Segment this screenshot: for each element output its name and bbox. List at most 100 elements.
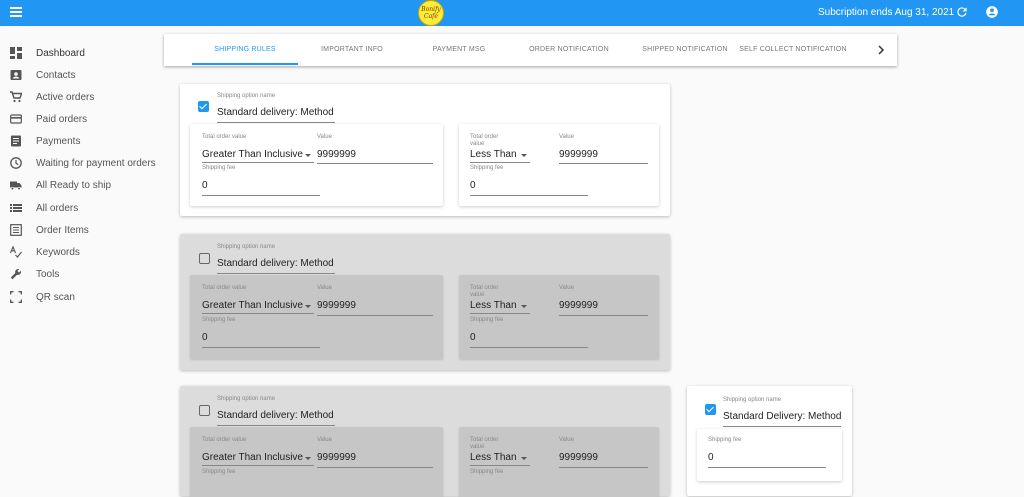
sidebar-item-dashboard[interactable]: Dashboard	[0, 42, 160, 64]
menu-icon[interactable]	[10, 5, 26, 21]
input-underline	[723, 426, 841, 427]
comparison-select[interactable]: Greater Than Inclusive	[202, 149, 314, 160]
value-input[interactable]: 9999999	[317, 452, 433, 463]
wrench-icon	[10, 269, 21, 280]
payments-icon	[11, 135, 21, 147]
select-underline	[202, 162, 314, 163]
sidebar-item-label: Waiting for payment orders	[36, 157, 156, 169]
sidebar-item-tools[interactable]: Tools	[0, 263, 160, 285]
tab-shipped-notification[interactable]: SHIPPED NOTIFICATION	[627, 34, 743, 66]
sidebar-item-label: Contacts	[36, 69, 76, 81]
input-underline	[317, 163, 433, 164]
value-input[interactable]: 9999999	[559, 149, 648, 160]
sidebar-item-label: Dashboard	[36, 47, 85, 59]
input-underline	[559, 467, 648, 468]
tab-important-info[interactable]: IMPORTANT INFO	[304, 34, 400, 66]
chevron-down-icon[interactable]	[521, 457, 527, 460]
credit-card-icon	[10, 114, 22, 124]
value-label: Value	[317, 285, 332, 291]
shipping-method-card: Shipping option name Standard delivery: …	[180, 84, 670, 216]
tab-order-notification[interactable]: ORDER NOTIFICATION	[514, 34, 624, 66]
sidebar-item-label: Keywords	[36, 246, 80, 258]
method-enabled-checkbox[interactable]	[199, 405, 210, 416]
sidebar-item-qr-scan[interactable]: QR scan	[0, 286, 160, 308]
sidebar-item-ready-to-ship[interactable]: All Ready to ship	[0, 174, 160, 196]
shipping-fee-label: Shipping fee	[202, 165, 236, 171]
order-items-icon	[10, 224, 22, 236]
list-icon	[10, 204, 22, 212]
chevron-down-icon[interactable]	[305, 457, 311, 460]
input-underline	[217, 425, 335, 426]
top-app-bar: Bonify Café Subcription ends Aug 31, 2021	[0, 0, 1024, 26]
subscription-status: Subcription ends Aug 31, 2021	[818, 7, 955, 18]
select-underline	[202, 465, 314, 466]
shipping-fee-label: Shipping fee	[202, 317, 236, 323]
input-underline	[202, 347, 320, 348]
shipping-fee-label: Shipping fee	[202, 469, 236, 475]
rule-panel: Shipping fee 0	[697, 429, 842, 481]
shipping-fee-label: Shipping fee	[470, 165, 504, 171]
total-order-value-label: Total order value	[470, 134, 499, 147]
total-order-value-label: Total order value	[202, 437, 247, 443]
settings-tabs: SHIPPING RULES IMPORTANT INFO PAYMENT MS…	[164, 34, 897, 66]
tab-self-collect-notification[interactable]: SELF COLLECT NOTIFICATION	[736, 34, 850, 66]
sidebar: Dashboard Contacts Active orders Paid or…	[0, 26, 160, 480]
shipping-fee-input[interactable]: 0	[202, 332, 320, 343]
shipping-method-card: Shipping option name Standard delivery: …	[180, 234, 670, 370]
rule-panel: Total order value Less Than Value 9999999…	[459, 427, 659, 497]
sidebar-item-paid-orders[interactable]: Paid orders	[0, 108, 160, 130]
input-underline	[217, 273, 335, 274]
sidebar-item-label: All orders	[36, 202, 79, 214]
method-enabled-checkbox[interactable]	[705, 404, 716, 415]
clock-icon	[10, 157, 22, 169]
sidebar-item-waiting-payment[interactable]: Waiting for payment orders	[0, 152, 160, 174]
sidebar-item-all-orders[interactable]: All orders	[0, 197, 160, 219]
sidebar-item-label: Paid orders	[36, 113, 88, 125]
active-tab-indicator	[192, 63, 298, 65]
chevron-right-icon[interactable]	[876, 44, 886, 56]
shipping-fee-input[interactable]: 0	[708, 452, 826, 463]
option-name-input[interactable]: Standard Delivery: Method 4	[723, 411, 841, 422]
value-label: Value	[559, 285, 574, 291]
comparison-select[interactable]: Greater Than Inclusive	[202, 300, 314, 311]
input-underline	[470, 347, 588, 348]
total-order-value-label: Total order value	[202, 285, 247, 291]
option-name-input[interactable]: Standard delivery: Method 3	[217, 410, 335, 421]
sidebar-item-contacts[interactable]: Contacts	[0, 64, 160, 86]
sidebar-item-payments[interactable]: Payments	[0, 130, 160, 152]
value-input[interactable]: 9999999	[317, 149, 433, 160]
chevron-down-icon[interactable]	[305, 154, 311, 157]
shipping-fee-input[interactable]: 0	[470, 180, 588, 191]
chevron-down-icon[interactable]	[521, 305, 527, 308]
rule-panel: Total order value Greater Than Inclusive…	[190, 124, 443, 206]
input-underline	[470, 195, 588, 196]
option-name-input[interactable]: Standard delivery: Method 2	[217, 258, 335, 269]
account-icon[interactable]	[985, 5, 999, 19]
tab-payment-msg[interactable]: PAYMENT MSG	[414, 34, 504, 66]
select-underline	[470, 465, 530, 466]
input-underline	[202, 195, 320, 196]
cart-icon	[10, 91, 22, 103]
brand-logo: Bonify Café	[418, 0, 444, 26]
rule-panel: Total order value Less Than Value 9999999…	[459, 275, 659, 359]
method-enabled-checkbox[interactable]	[198, 101, 209, 112]
sidebar-item-label: Tools	[36, 268, 60, 280]
value-input[interactable]: 9999999	[317, 300, 433, 311]
value-input[interactable]: 9999999	[559, 452, 648, 463]
value-input[interactable]: 9999999	[559, 300, 648, 311]
chevron-down-icon[interactable]	[521, 154, 527, 157]
select-underline	[470, 162, 530, 163]
option-name-input[interactable]: Standard delivery: Method 1	[217, 107, 335, 118]
chevron-down-icon[interactable]	[305, 305, 311, 308]
comparison-select[interactable]: Greater Than Inclusive	[202, 452, 314, 463]
option-name-label: Shipping option name	[217, 396, 276, 402]
sidebar-item-keywords[interactable]: Keywords	[0, 241, 160, 263]
sidebar-item-active-orders[interactable]: Active orders	[0, 86, 160, 108]
shipping-fee-input[interactable]: 0	[470, 332, 588, 343]
method-enabled-checkbox[interactable]	[199, 253, 210, 264]
sidebar-item-order-items[interactable]: Order Items	[0, 219, 160, 241]
shipping-fee-input[interactable]: 0	[202, 180, 320, 191]
tab-shipping-rules[interactable]: SHIPPING RULES	[192, 34, 298, 66]
input-underline	[317, 467, 433, 468]
refresh-icon[interactable]	[955, 5, 969, 19]
